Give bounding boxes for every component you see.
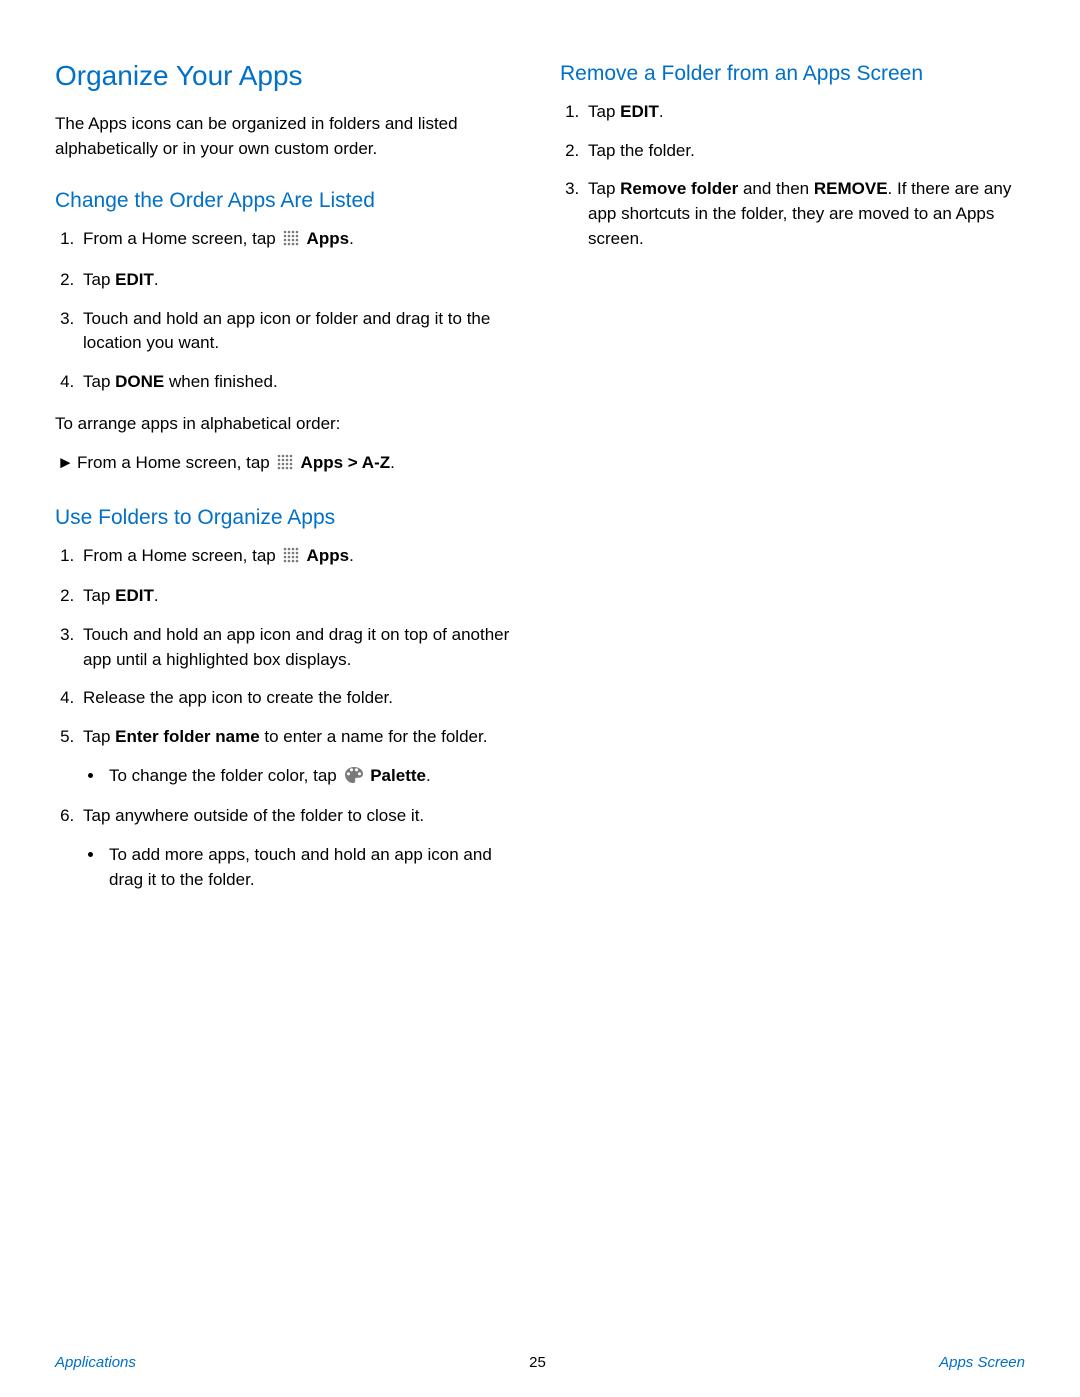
- footer-left: Applications: [55, 1354, 136, 1371]
- use-folders-steps: From a Home screen, tap Apps. Tap EDIT. …: [55, 544, 520, 892]
- remove-folder-steps: Tap EDIT. Tap the folder. Tap Remove fol…: [560, 100, 1025, 251]
- page-footer: Applications 25 Apps Screen: [0, 1354, 1080, 1371]
- alpha-intro: To arrange apps in alphabetical order:: [55, 412, 520, 437]
- list-item: Tap EDIT.: [79, 584, 520, 609]
- list-sub-item: To change the folder color, tap Palette.: [105, 764, 520, 791]
- list-item: Tap DONE when finished.: [79, 370, 520, 395]
- list-item: Touch and hold an app icon or folder and…: [79, 307, 520, 356]
- arrow-instruction: ► From a Home screen, tap Apps > A-Z.: [57, 451, 520, 478]
- page-title: Organize Your Apps: [55, 60, 520, 92]
- list-item: Tap the folder.: [584, 139, 1025, 164]
- list-item: From a Home screen, tap Apps.: [79, 544, 520, 571]
- footer-right: Apps Screen: [939, 1354, 1025, 1371]
- intro-text: The Apps icons can be organized in folde…: [55, 112, 520, 161]
- heading-change-order: Change the Order Apps Are Listed: [55, 189, 520, 213]
- list-item: Tap Enter folder name to enter a name fo…: [79, 725, 520, 790]
- arrow-icon: ►: [57, 451, 77, 478]
- list-item: Touch and hold an app icon and drag it o…: [79, 623, 520, 672]
- page-number: 25: [529, 1354, 546, 1371]
- list-sub-item: To add more apps, touch and hold an app …: [105, 843, 520, 892]
- change-order-steps: From a Home screen, tap Apps. Tap EDIT. …: [55, 227, 520, 394]
- list-item: Tap EDIT.: [79, 268, 520, 293]
- apps-grid-icon: [283, 229, 299, 254]
- list-item: Tap EDIT.: [584, 100, 1025, 125]
- palette-icon: [345, 766, 363, 791]
- list-item: Release the app icon to create the folde…: [79, 686, 520, 711]
- heading-remove-folder: Remove a Folder from an Apps Screen: [560, 62, 1025, 86]
- heading-use-folders: Use Folders to Organize Apps: [55, 506, 520, 530]
- list-item: Tap anywhere outside of the folder to cl…: [79, 804, 520, 892]
- list-item: From a Home screen, tap Apps.: [79, 227, 520, 254]
- apps-grid-icon: [277, 453, 293, 478]
- list-item: Tap Remove folder and then REMOVE. If th…: [584, 177, 1025, 251]
- apps-grid-icon: [283, 546, 299, 571]
